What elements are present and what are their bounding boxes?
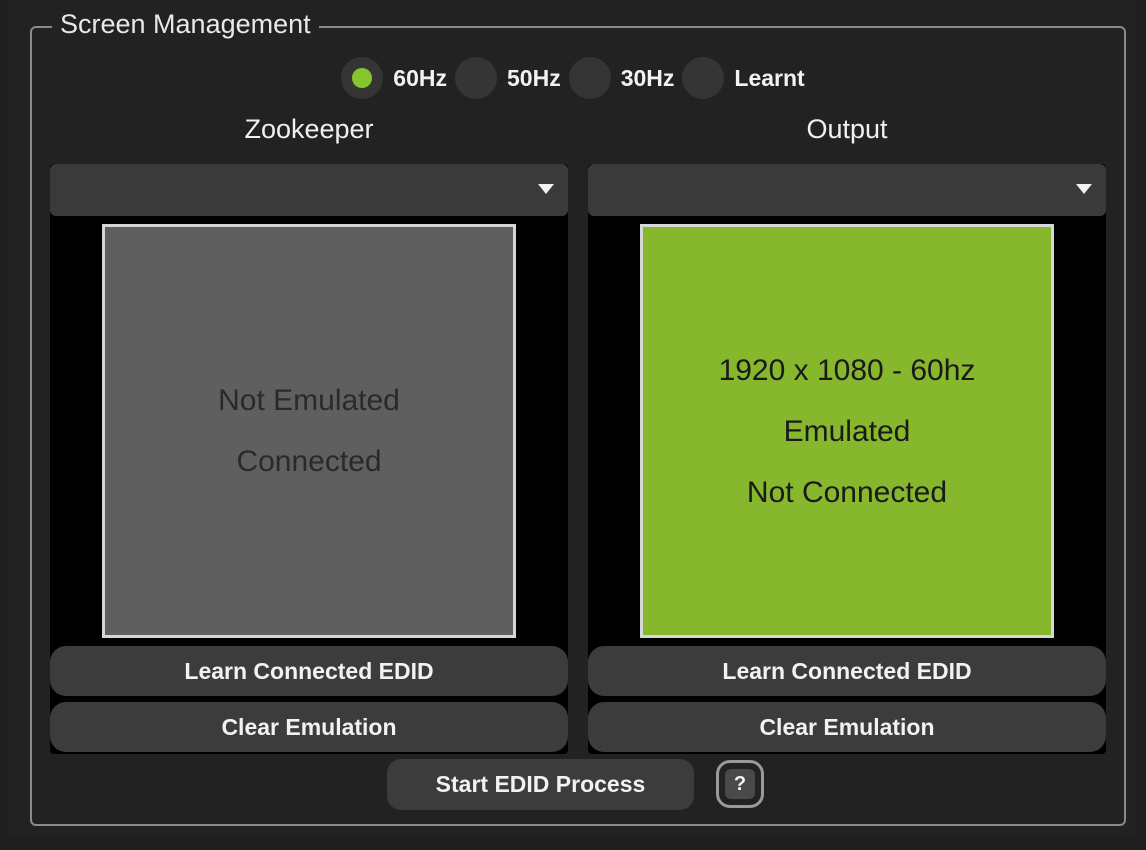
output-screen-status: 1920 x 1080 - 60hz Emulated Not Connecte… bbox=[640, 224, 1054, 638]
radio-label: 50Hz bbox=[507, 64, 561, 91]
groupbox-title: Screen Management bbox=[52, 6, 319, 42]
radio-30hz[interactable]: 30Hz bbox=[568, 57, 675, 99]
caret-down-icon[interactable] bbox=[538, 184, 554, 194]
zookeeper-title: Zookeeper bbox=[244, 114, 374, 144]
learn-connected-edid-button[interactable]: Learn Connected EDID bbox=[588, 646, 1106, 696]
learn-connected-edid-button[interactable]: Learn Connected EDID bbox=[50, 646, 568, 696]
status-emulation: Emulated bbox=[783, 414, 911, 448]
radio-unselected-icon[interactable] bbox=[455, 57, 497, 99]
status-connection: Connected bbox=[236, 445, 382, 478]
clear-emulation-button[interactable]: Clear Emulation bbox=[50, 702, 568, 752]
status-resolution: 1920 x 1080 - 60hz bbox=[718, 353, 976, 387]
start-edid-process-button[interactable]: Start EDID Process bbox=[387, 759, 694, 810]
radio-unselected-icon[interactable] bbox=[568, 57, 611, 99]
output-title: Output bbox=[806, 114, 888, 144]
status-connection: Not Connected bbox=[746, 475, 948, 509]
caret-down-icon[interactable] bbox=[1076, 184, 1092, 194]
question-mark-icon: ? bbox=[725, 769, 755, 799]
radio-label: Learnt bbox=[734, 64, 805, 91]
radio-50hz[interactable]: 50Hz bbox=[455, 57, 561, 99]
zookeeper-dropdown[interactable] bbox=[50, 164, 568, 216]
radio-unselected-icon[interactable] bbox=[682, 57, 725, 99]
radio-60hz[interactable]: 60Hz bbox=[341, 57, 447, 99]
radio-label: 30Hz bbox=[620, 64, 675, 91]
radio-selected-icon[interactable] bbox=[341, 57, 384, 99]
help-button[interactable]: ? bbox=[716, 760, 764, 808]
status-emulation: Not Emulated bbox=[218, 384, 400, 417]
output-panel: 1920 x 1080 - 60hz Emulated Not Connecte… bbox=[588, 164, 1106, 754]
zookeeper-screen-status: Not Emulated Connected bbox=[102, 224, 516, 638]
zookeeper-panel: Not Emulated Connected Learn Connected E… bbox=[50, 164, 568, 754]
output-dropdown[interactable] bbox=[588, 164, 1106, 216]
radio-label: 60Hz bbox=[393, 64, 447, 91]
radio-learnt[interactable]: Learnt bbox=[682, 57, 805, 99]
clear-emulation-button[interactable]: Clear Emulation bbox=[588, 702, 1106, 752]
frequency-radio-group: 60Hz 50Hz 30Hz Learnt bbox=[0, 56, 1146, 100]
